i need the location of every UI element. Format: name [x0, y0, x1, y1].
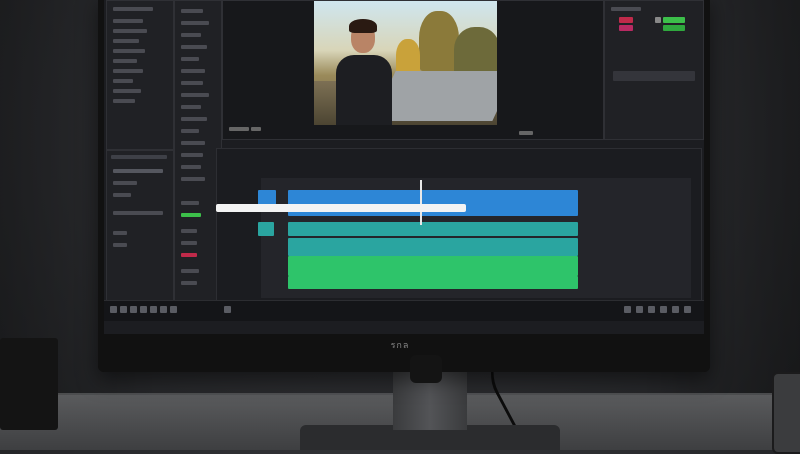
desk-device	[772, 372, 800, 454]
timeline-clip[interactable]	[288, 190, 578, 216]
monitor-stand-knob	[410, 355, 442, 383]
video-preview-frame	[314, 1, 497, 125]
effects-panel	[106, 150, 174, 302]
timeline-clip[interactable]	[288, 238, 578, 256]
media-browser-panel	[174, 0, 222, 302]
timeline-clip[interactable]	[288, 256, 578, 276]
timeline-clip[interactable]	[288, 222, 578, 236]
playback-bar[interactable]	[216, 204, 466, 212]
monitor-screen	[104, 0, 704, 334]
effect-controls-panel	[604, 0, 704, 140]
project-panel	[106, 0, 174, 150]
timeline-clip[interactable]	[288, 276, 578, 289]
monitor-brand-logo: รกล	[390, 340, 410, 350]
timeline-clip[interactable]	[258, 222, 274, 236]
person-in-video	[336, 55, 392, 125]
playhead[interactable]	[420, 180, 422, 225]
taskbar	[104, 300, 704, 321]
